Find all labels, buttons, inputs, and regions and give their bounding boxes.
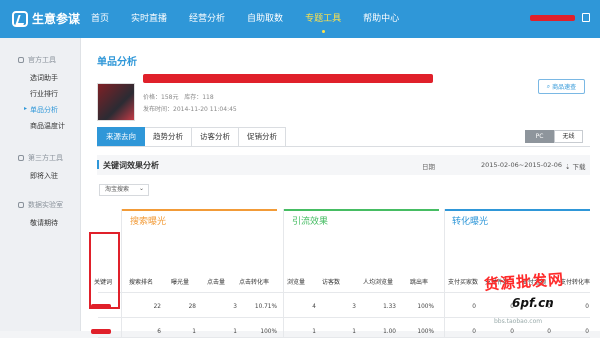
table-cell: 100% bbox=[260, 329, 277, 335]
nav-self-service-data[interactable]: 自助取数 bbox=[236, 0, 294, 38]
col-paying-buyers[interactable]: 支付买家数 bbox=[448, 277, 478, 286]
page-title: 单品分析 bbox=[97, 57, 137, 68]
watermark-site: 6pf.cn bbox=[512, 296, 554, 310]
logo-icon bbox=[12, 10, 28, 27]
col-visitors[interactable]: 访客数 bbox=[322, 277, 340, 286]
device-toggle: PC 无线 bbox=[525, 130, 583, 143]
table-cell: 0 bbox=[547, 329, 551, 335]
table-cell: 28 bbox=[188, 304, 196, 310]
keyword-column-highlight bbox=[89, 232, 120, 309]
redacted-product-title bbox=[143, 74, 433, 83]
tab-source-destination[interactable]: 来源去向 bbox=[97, 127, 145, 147]
table-cell: 1 bbox=[352, 329, 356, 335]
sidebar-item-product-thermometer[interactable]: 商品温度计 bbox=[30, 121, 65, 131]
tab-promotion-analysis[interactable]: 促销分析 bbox=[239, 127, 286, 147]
search-exposure-bar bbox=[121, 209, 277, 211]
table-cell: 0 bbox=[472, 329, 476, 335]
table-cell: 10.71% bbox=[254, 304, 277, 310]
table-cell: 0 bbox=[585, 304, 589, 310]
col-bounce-rate[interactable]: 跳出率 bbox=[410, 277, 428, 286]
date-label: 日期 bbox=[422, 163, 435, 171]
traffic-source-select[interactable]: 淘宝搜索 bbox=[99, 184, 149, 196]
col-views-per-visitor[interactable]: 人均浏览量 bbox=[363, 277, 393, 286]
tabs-divider bbox=[97, 146, 590, 147]
section-title: 关键词效果分析 bbox=[97, 160, 159, 170]
table-cell: 0 bbox=[472, 304, 476, 310]
date-range-picker[interactable]: 2015-02-06~2015-02-06 bbox=[481, 161, 562, 169]
col-click-conversion[interactable]: 点击转化率 bbox=[239, 277, 269, 286]
redacted-keyword bbox=[91, 329, 111, 334]
col-page-views[interactable]: 浏览量 bbox=[287, 277, 305, 286]
device-pc-button[interactable]: PC bbox=[525, 130, 554, 143]
column-divider bbox=[121, 209, 122, 338]
redacted-user-name bbox=[530, 15, 575, 21]
watermark-url: bbs.taobao.com bbox=[494, 318, 543, 325]
logo-text: 生意参谋 bbox=[32, 12, 81, 26]
group-title-search-exposure: 搜索曝光 bbox=[130, 217, 167, 227]
device-wireless-button[interactable]: 无线 bbox=[554, 130, 583, 143]
conversion-bar bbox=[444, 209, 590, 211]
download-button[interactable]: ⇣ 下载 bbox=[565, 161, 586, 171]
top-navigation-bar: 生意参谋 首页 实时直播 经营分析 自助取数 专题工具 帮助中心 bbox=[0, 0, 600, 38]
table-cell: 0 bbox=[510, 304, 514, 310]
sidebar-group-data-lab: 数据实验室 bbox=[18, 200, 63, 210]
sidebar-group-official-tools: 官方工具 bbox=[18, 55, 56, 65]
col-payment-conversion[interactable]: 支付转化率 bbox=[560, 277, 590, 286]
table-cell: 1.00 bbox=[383, 329, 396, 335]
nav-home[interactable]: 首页 bbox=[80, 0, 120, 38]
tab-trend-analysis[interactable]: 趋势分析 bbox=[145, 127, 192, 147]
table-cell: 1 bbox=[192, 329, 196, 335]
product-thumbnail[interactable] bbox=[97, 83, 135, 121]
left-sidebar: 官方工具 选词助手 行业排行 单品分析 商品温度计 第三方工具 即将入驻 数据实… bbox=[0, 38, 81, 331]
sidebar-item-coming-soon[interactable]: 即将入驻 bbox=[30, 171, 58, 181]
table-cell: 1 bbox=[312, 329, 316, 335]
table-cell: 100% bbox=[417, 329, 434, 335]
column-divider bbox=[444, 209, 445, 338]
nav-live[interactable]: 实时直播 bbox=[120, 0, 178, 38]
table-cell: 1 bbox=[233, 329, 237, 335]
product-price-stock: 价格：158元 库存：118 bbox=[143, 94, 214, 101]
user-icon[interactable] bbox=[582, 13, 590, 22]
group-title-traffic-effect: 引流效果 bbox=[292, 217, 329, 227]
lab-icon bbox=[18, 202, 24, 208]
table-cell: 100% bbox=[417, 304, 434, 310]
sidebar-item-industry-ranking[interactable]: 行业排行 bbox=[30, 89, 58, 99]
sidebar-group-third-party-tools: 第三方工具 bbox=[18, 153, 63, 163]
tab-visitor-analysis[interactable]: 访客分析 bbox=[192, 127, 239, 147]
shield-icon bbox=[18, 57, 24, 63]
col-clicks[interactable]: 点击量 bbox=[207, 277, 225, 286]
sidebar-item-stay-tuned[interactable]: 敬请期待 bbox=[30, 218, 58, 228]
analysis-tabs: 来源去向 趋势分析 访客分析 促销分析 bbox=[97, 127, 286, 147]
col-exposure[interactable]: 曝光量 bbox=[171, 277, 189, 286]
table-cell: 1.33 bbox=[383, 304, 396, 310]
search-icon: ⌕ bbox=[546, 82, 551, 90]
main-nav: 首页 实时直播 经营分析 自助取数 专题工具 帮助中心 bbox=[80, 0, 410, 38]
download-icon: ⇣ bbox=[565, 163, 573, 171]
table-cell: 0 bbox=[510, 329, 514, 335]
table-cell: 6 bbox=[157, 329, 161, 335]
product-publish-time: 发布时间：2014-11-20 11:04:45 bbox=[143, 106, 237, 113]
nav-business-analysis[interactable]: 经营分析 bbox=[178, 0, 236, 38]
product-quick-search-button[interactable]: ⌕ 商品速查 bbox=[538, 79, 585, 94]
table-cell: 22 bbox=[153, 304, 161, 310]
traffic-effect-bar bbox=[283, 209, 439, 211]
col-search-rank[interactable]: 搜索排名 bbox=[129, 277, 153, 286]
nav-help-center[interactable]: 帮助中心 bbox=[352, 0, 410, 38]
sidebar-item-keyword-helper[interactable]: 选词助手 bbox=[30, 73, 58, 83]
brand-logo[interactable]: 生意参谋 bbox=[12, 10, 80, 27]
keyword-effect-section-header: 关键词效果分析 日期 2015-02-06~2015-02-06 ⇣ 下载 bbox=[97, 155, 590, 175]
table-cell: 3 bbox=[352, 304, 356, 310]
group-title-conversion-exposure: 转化曝光 bbox=[452, 217, 489, 227]
grid-icon bbox=[18, 155, 24, 161]
nav-special-tools[interactable]: 专题工具 bbox=[294, 0, 352, 38]
table-cell: 4 bbox=[312, 304, 316, 310]
table-cell: 0 bbox=[585, 329, 589, 335]
table-cell: 3 bbox=[233, 304, 237, 310]
column-divider bbox=[283, 209, 284, 338]
sidebar-item-product-analysis[interactable]: 单品分析 bbox=[24, 105, 58, 115]
